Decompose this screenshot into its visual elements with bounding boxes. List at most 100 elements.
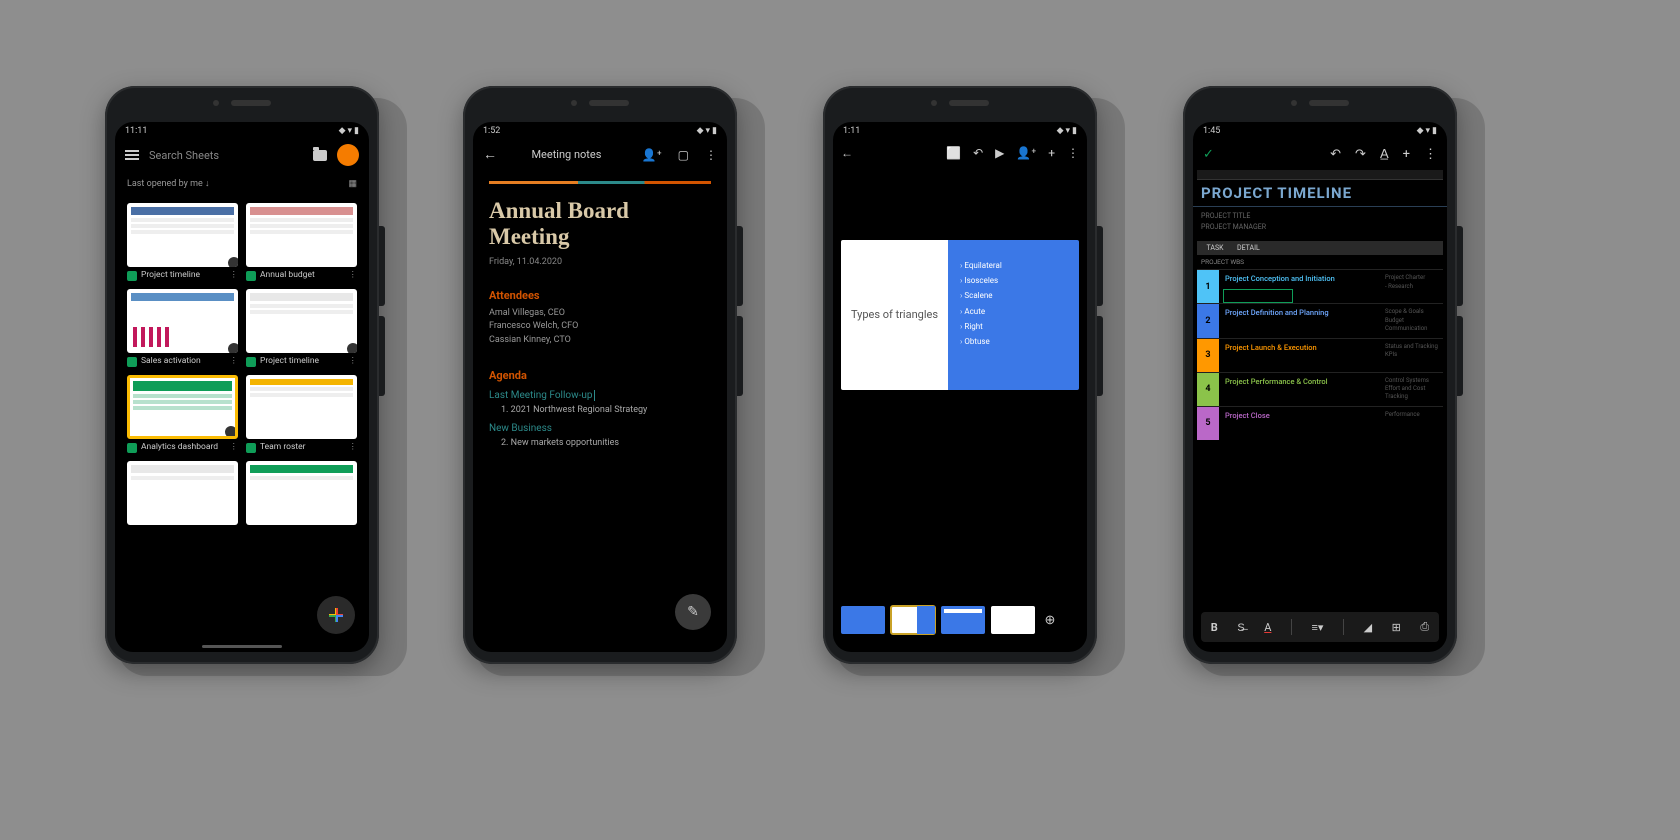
align-icon[interactable]: ≡▾ — [1312, 621, 1324, 634]
sheet-title: PROJECT TIMELINE — [1193, 180, 1447, 207]
more-icon[interactable]: ⋮ — [705, 148, 717, 162]
file-name: Team roster — [260, 443, 306, 452]
row-detail: Control SystemsEffort and Cost Tracking — [1381, 373, 1443, 406]
back-icon[interactable]: ← — [841, 146, 853, 160]
sheets-icon — [246, 271, 256, 281]
clock: 11:11 — [125, 126, 147, 136]
table-row[interactable]: 4 Project Performance & Control Control Sy… — [1197, 372, 1443, 406]
file-card[interactable]: Annual budget ⋮ — [246, 203, 357, 281]
play-icon[interactable]: ▶ — [995, 146, 1004, 160]
undo-icon[interactable]: ↶ — [1330, 147, 1341, 162]
section-heading: Agenda — [489, 369, 711, 382]
bold-icon[interactable]: B — [1211, 621, 1218, 634]
fill-color-icon[interactable]: ◢ — [1364, 621, 1372, 634]
row-title: Project Launch & Execution — [1225, 343, 1375, 352]
merge-icon[interactable]: ⊞ — [1392, 621, 1401, 634]
more-icon[interactable]: ⋮ — [230, 357, 239, 366]
more-icon[interactable]: ⋮ — [349, 443, 358, 452]
accent-bar — [489, 181, 711, 184]
row-detail: Project Charter- Research — [1381, 270, 1443, 303]
gesture-bar — [202, 645, 282, 648]
share-icon[interactable]: 👤⁺ — [1016, 146, 1036, 160]
more-icon[interactable]: ⋮ — [230, 271, 239, 280]
search-input[interactable]: Search Sheets — [149, 149, 303, 162]
add-slide-icon[interactable]: ⊕ — [1041, 613, 1059, 628]
more-icon[interactable]: ⋮ — [1067, 146, 1079, 160]
list-item: 2. New markets opportunities — [489, 438, 711, 448]
document-body[interactable]: Annual Board Meeting Friday, 11.04.2020 … — [473, 171, 727, 458]
sheets-icon — [246, 357, 256, 367]
redo-icon[interactable]: ↷ — [1355, 147, 1366, 162]
format-icon[interactable]: A̲ — [1380, 146, 1389, 162]
sub-heading: New Business — [489, 423, 553, 434]
text-color-icon[interactable]: A — [1264, 621, 1271, 634]
create-fab[interactable] — [317, 596, 355, 634]
file-name: Project timeline — [260, 357, 319, 366]
back-icon[interactable]: ← — [483, 146, 497, 163]
file-name: Annual budget — [260, 271, 315, 280]
row-number: 2 — [1197, 304, 1219, 337]
slide-canvas[interactable]: Types of triangles EquilateralIsoscelesS… — [841, 240, 1079, 390]
folder-icon[interactable] — [313, 150, 327, 161]
row-detail: Status and TrackingKPIs — [1381, 339, 1443, 372]
slide-thumb[interactable] — [991, 606, 1035, 634]
table-row[interactable]: 3 Project Launch & Execution Status and Tr… — [1197, 338, 1443, 372]
slide-title: Types of triangles — [851, 308, 938, 322]
done-icon[interactable]: ✓ — [1203, 147, 1214, 162]
phone-docs-editor: 1:52 ◆▾▮ ← Meeting notes 👤⁺ ▢ ⋮ Annual B… — [463, 86, 737, 664]
file-name: Analytics dashboard — [141, 443, 218, 452]
status-bar: 1:45 ◆▾▮ — [1193, 122, 1447, 138]
menu-icon[interactable] — [125, 150, 139, 160]
section-heading: Attendees — [489, 289, 711, 302]
more-icon[interactable]: ⋮ — [349, 271, 358, 280]
avatar[interactable] — [337, 144, 359, 166]
slide-thumb-active[interactable] — [891, 606, 935, 634]
wbs-label: PROJECT WBS — [1193, 255, 1447, 269]
file-card[interactable]: Project timeline ⋮ — [246, 289, 357, 367]
add-icon[interactable]: + — [1403, 147, 1410, 162]
row-title: Project Conception and Initiation — [1225, 274, 1375, 283]
more-icon[interactable]: ⋮ — [230, 443, 239, 452]
edit-fab[interactable]: ✎ — [675, 594, 711, 630]
sheets-icon — [127, 443, 137, 453]
undo-icon[interactable]: ↶ — [973, 146, 983, 160]
cast-icon[interactable]: ⬜ — [946, 146, 961, 160]
clock: 1:52 — [483, 126, 500, 136]
format-toolbar: B S̶ A ≡▾ ◢ ⊞ ⎙ — [1201, 612, 1439, 642]
row-number: 3 — [1197, 339, 1219, 372]
table-row[interactable]: 5Project ClosePerformance — [1197, 406, 1443, 440]
row-title: Project Performance & Control — [1225, 377, 1375, 386]
more-icon[interactable]: ⋮ — [1424, 147, 1437, 162]
add-icon[interactable]: + — [1048, 146, 1055, 160]
status-bar: 1:11 ◆▾▮ — [833, 122, 1087, 138]
list-item: 1. 2021 Northwest Regional Strategy — [489, 405, 711, 415]
share-icon[interactable]: 👤⁺ — [642, 148, 662, 162]
strike-icon[interactable]: S̶ — [1237, 621, 1244, 634]
insert-icon[interactable]: ⎙ — [1420, 620, 1429, 634]
sort-label[interactable]: Last opened by me ↓ — [127, 178, 209, 189]
file-card[interactable] — [246, 461, 357, 525]
sheets-icon — [127, 271, 137, 281]
doc-title: Meeting notes — [507, 148, 626, 161]
status-bar: 1:52 ◆▾▮ — [473, 122, 727, 138]
cell-selection — [1223, 289, 1293, 303]
comment-icon[interactable]: ▢ — [678, 148, 689, 162]
file-card[interactable]: Project timeline ⋮ — [127, 203, 238, 281]
sub-heading: Last Meeting Follow-up — [489, 390, 595, 401]
file-name: Sales activation — [141, 357, 201, 366]
slide-thumb[interactable] — [841, 606, 885, 634]
slide-thumb[interactable] — [941, 606, 985, 634]
row-number: 4 — [1197, 373, 1219, 406]
file-card[interactable]: Analytics dashboard ⋮ — [127, 375, 238, 453]
file-card[interactable]: Team roster ⋮ — [246, 375, 357, 453]
file-card[interactable] — [127, 461, 238, 525]
file-name: Project timeline — [141, 271, 200, 280]
more-icon[interactable]: ⋮ — [349, 357, 358, 366]
phone-sheets-editor: 1:45 ◆▾▮ ✓ ↶ ↷ A̲ + ⋮ PROJECT TIMELINE P… — [1183, 86, 1457, 664]
table-row[interactable]: 2Project Definition and PlanningScope & … — [1197, 303, 1443, 337]
view-grid-icon[interactable]: ▦ — [348, 179, 357, 189]
row-number: 1 — [1197, 270, 1219, 303]
phone-sheets-list: 11:11 ◆▾▮ Search Sheets Last opened by m… — [105, 86, 379, 664]
clock: 1:45 — [1203, 126, 1220, 136]
file-card[interactable]: Sales activation ⋮ — [127, 289, 238, 367]
